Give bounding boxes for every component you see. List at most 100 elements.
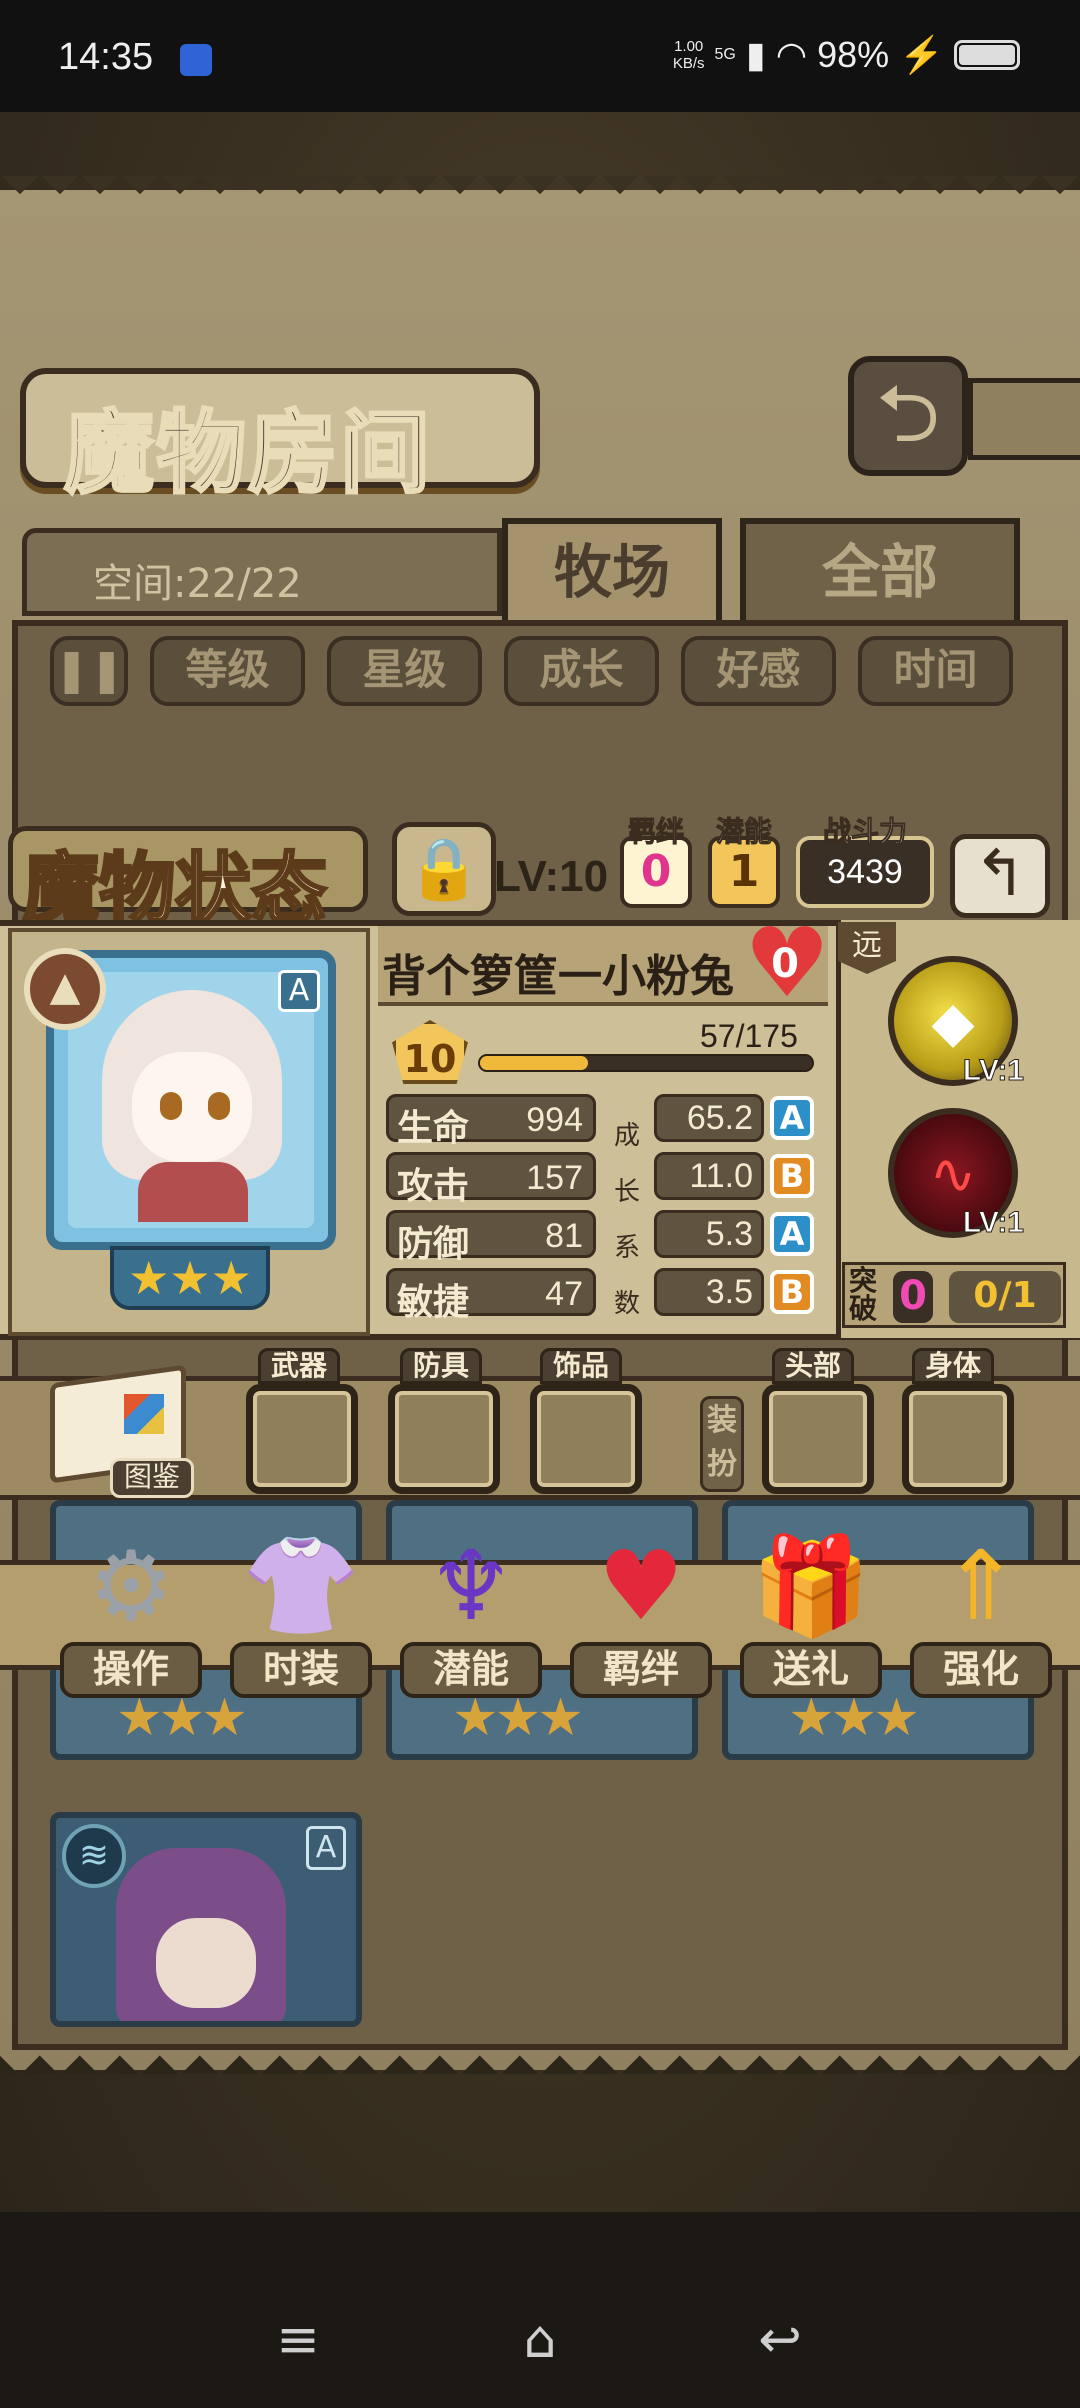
growth-grade: A xyxy=(770,1096,814,1140)
head-caption: 头部 xyxy=(772,1348,855,1384)
pause-icon[interactable]: ❚❚ xyxy=(50,636,128,706)
sort-time-button[interactable]: 时间 xyxy=(858,636,1013,706)
growth-coefficient-label: 成 长 系 数 xyxy=(612,1108,642,1332)
wifi-icon: ◠ xyxy=(775,34,808,75)
skill-level: LV:1 xyxy=(962,1054,1024,1088)
demon-icon: ♆ xyxy=(427,1530,515,1642)
growth-value: 11.0 xyxy=(654,1152,764,1200)
stat-row-attack: 攻击 157 11.0 B xyxy=(386,1152,816,1207)
gift-label: 送礼 xyxy=(740,1642,882,1698)
growth-grade: A xyxy=(770,1212,814,1256)
stat-row-hp: 生命 994 65.2 A xyxy=(386,1094,816,1149)
monster-body xyxy=(138,1162,248,1222)
bond-badge: 羁绊 0 xyxy=(620,815,692,908)
stat-hp: 生命 994 xyxy=(386,1094,596,1149)
outfit-label: 时装 xyxy=(230,1642,372,1698)
clock: 14:35 xyxy=(58,36,154,78)
stat-label: 生命 xyxy=(397,1108,470,1149)
upgrade-arrows-icon: ⇑ xyxy=(940,1530,1022,1642)
back-rail xyxy=(968,378,1080,460)
rock-skill-icon[interactable]: ◆ LV:1 xyxy=(888,956,1025,1088)
tab-all[interactable]: 全部 xyxy=(740,518,1020,628)
encyclopedia-button[interactable]: 图鉴 xyxy=(42,1364,194,1500)
signal-icon: ▮ xyxy=(745,34,766,75)
heartbeat-skill-icon[interactable]: ∿ LV:1 xyxy=(888,1108,1025,1240)
tab-ranch[interactable]: 牧场 xyxy=(502,518,722,628)
bond-label: 羁绊 xyxy=(570,1642,712,1698)
sort-bar: ❚❚ 等级 星级 成长 好感 时间 xyxy=(50,636,1013,706)
dress-up-label: 装 扮 xyxy=(700,1396,744,1492)
enhance-button[interactable]: ⇑ 强化 xyxy=(908,1530,1054,1705)
battle-power: 战斗力 3439 xyxy=(796,815,934,908)
charging-icon: ⚡ xyxy=(899,34,944,75)
armor-slot[interactable] xyxy=(388,1384,500,1494)
right-eye xyxy=(208,1092,230,1120)
space-label: 空间:22/22 xyxy=(93,561,302,607)
growth-value: 5.3 xyxy=(654,1210,764,1258)
dress-char: 装 xyxy=(707,1403,737,1438)
head-slot[interactable] xyxy=(762,1384,874,1494)
water-element-icon: ≋ xyxy=(62,1824,126,1888)
parchment-edge-top xyxy=(0,176,1080,210)
body-caption: 身体 xyxy=(912,1348,995,1384)
breakthrough-label: 突破 xyxy=(849,1264,878,1325)
rank-badge: A xyxy=(306,1826,346,1870)
earth-element-icon: ▲ xyxy=(24,948,106,1030)
potential-value: 1 xyxy=(728,846,760,897)
breakthrough-progress: 0/1 xyxy=(949,1271,1061,1323)
space-indicator: 空间:22/22 xyxy=(22,528,502,616)
home-icon[interactable]: ⌂ xyxy=(500,2310,580,2370)
room-title-banner: 魔物房间 xyxy=(20,368,540,508)
back-arrow-icon[interactable]: ⮌ xyxy=(848,356,968,476)
monster-face xyxy=(132,1052,252,1162)
sort-affection-button[interactable]: 好感 xyxy=(681,636,836,706)
accessory-slot[interactable] xyxy=(530,1384,642,1494)
lock-icon[interactable]: 🔒 xyxy=(392,822,496,916)
enhance-label: 强化 xyxy=(910,1642,1052,1698)
potential-caption: 潜能 xyxy=(715,815,772,849)
stat-row-agility: 敏捷 47 3.5 B xyxy=(386,1268,816,1323)
potential-badge: 潜能 1 xyxy=(708,815,780,908)
stat-row-defense: 防御 81 5.3 A xyxy=(386,1210,816,1265)
hearts-icon: ♥ xyxy=(597,1530,685,1642)
rank-badge: A xyxy=(278,970,320,1012)
breakthrough-count: 0 xyxy=(893,1271,933,1323)
bond-button[interactable]: ♥ 羁绊 xyxy=(568,1530,714,1705)
return-arrow-icon[interactable]: ↰ xyxy=(950,834,1050,918)
menu-icon[interactable]: ≡ xyxy=(258,2310,338,2370)
stat-agility: 敏捷 47 xyxy=(386,1268,596,1323)
weapon-slot[interactable] xyxy=(246,1384,358,1494)
growth-char: 数 xyxy=(613,1289,640,1319)
outfit-button[interactable]: 👚 时装 xyxy=(228,1530,374,1705)
operate-button[interactable]: ⚙ 操作 xyxy=(58,1530,204,1705)
dress-char: 扮 xyxy=(707,1447,737,1482)
sort-growth-button[interactable]: 成长 xyxy=(504,636,659,706)
power-caption: 战斗力 xyxy=(822,815,907,849)
action-bar: ⚙ 操作 👚 时装 ♆ 潜能 ♥ 羁绊 🎁 送礼 ⇑ 强化 xyxy=(58,1530,1054,1705)
monster-status-banner: 魔物状态 xyxy=(8,826,368,935)
growth-char: 成 xyxy=(613,1121,640,1151)
sort-level-button[interactable]: 等级 xyxy=(150,636,305,706)
growth-grade: B xyxy=(770,1154,814,1198)
battery-icon xyxy=(954,40,1020,70)
monster-card[interactable]: ≋ A xyxy=(50,1812,362,2027)
potential-label: 潜能 xyxy=(400,1642,542,1698)
monster-name: 背个箩筐一小粉兔 xyxy=(382,951,734,1002)
outfit-icon: 👚 xyxy=(241,1530,361,1642)
status-icons: 1.00 KB/s 5G ▮ ◠ 98% ⚡ xyxy=(673,34,1020,76)
stat-value: 994 xyxy=(526,1101,583,1139)
back-icon[interactable]: ↩ xyxy=(740,2310,820,2370)
skill-level: LV:1 xyxy=(962,1206,1024,1240)
potential-button[interactable]: ♆ 潜能 xyxy=(398,1530,544,1705)
sort-star-button[interactable]: 星级 xyxy=(327,636,482,706)
stat-attack: 攻击 157 xyxy=(386,1152,596,1207)
stat-value: 157 xyxy=(526,1159,583,1197)
stat-label: 敏捷 xyxy=(397,1282,470,1323)
gear-icon: ⚙ xyxy=(87,1530,175,1642)
armor-caption: 防具 xyxy=(400,1348,483,1384)
gift-button[interactable]: 🎁 送礼 xyxy=(738,1530,884,1705)
stat-defense: 防御 81 xyxy=(386,1210,596,1265)
battery-percent: 98% xyxy=(817,34,890,75)
body-slot[interactable] xyxy=(902,1384,1014,1494)
network-type: 5G xyxy=(714,46,736,63)
